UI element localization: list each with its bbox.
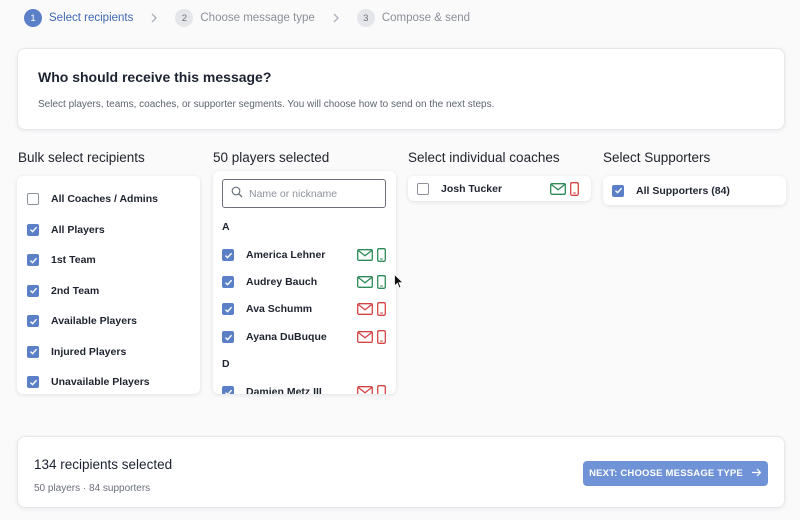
checkbox[interactable] [222,276,234,288]
supporter-label: All Supporters (84) [636,184,730,197]
bulk-item-2nd-team[interactable]: 2nd Team [17,276,200,307]
supporters-title: Select Supporters [603,150,711,165]
next-button[interactable]: NEXT: CHOOSE MESSAGE TYPE [583,461,768,486]
checkbox[interactable] [222,386,234,394]
checkbox[interactable] [27,223,39,236]
phone-icon [373,302,386,319]
bulk-select-panel: All Coaches / Admins All Players 1st Tea… [17,176,200,394]
players-panel[interactable]: Name or nickname A America Lehner Audrey… [213,171,396,394]
coach-name: Josh Tucker [441,182,503,195]
player-name: Damien Metz III [246,386,322,394]
bulk-item-available-players[interactable]: Available Players [17,306,200,337]
envelope-icon [353,249,373,264]
coaches-title: Select individual coaches [408,150,560,165]
step-label: Compose & send [381,12,471,24]
step-label: Select recipients [49,12,134,24]
player-row[interactable]: Damien Metz III [222,384,388,394]
bulk-item-label: Unavailable Players [51,376,150,389]
player-name: Ava Schumm [246,303,313,315]
bulk-item-all-coaches[interactable]: All Coaches / Admins [17,184,200,215]
player-row[interactable]: Audrey Bauch [222,274,388,290]
bulk-item-label: 1st Team [51,254,96,267]
selection-summary: 134 recipients selected 50 players · 84 … [17,436,785,508]
search-placeholder: Name or nickname [249,187,338,200]
bulk-item-label: 2nd Team [51,284,100,297]
bulk-item-label: Injured Players [51,345,127,358]
envelope-icon [353,331,373,346]
phone-icon [566,182,579,201]
player-name: Audrey Bauch [246,276,318,288]
envelope-icon [353,303,373,318]
envelope-icon [353,276,373,291]
chevron-right-icon [332,13,340,23]
supporter-row[interactable]: All Supporters (84) [612,176,786,205]
player-name: America Lehner [246,249,326,261]
checkbox[interactable] [612,184,624,197]
player-row[interactable]: Ayana DuBuque [222,329,388,345]
bulk-item-1st-team[interactable]: 1st Team [17,245,200,276]
phone-icon [373,385,386,394]
checkbox[interactable] [27,284,39,297]
step-compose-send[interactable]: 3 Compose & send [356,9,471,27]
player-row[interactable]: America Lehner [222,247,388,263]
coaches-panel: Josh Tucker [408,176,591,201]
bulk-title: Bulk select recipients [18,150,145,165]
checkbox[interactable] [222,303,234,315]
phone-icon [373,275,386,292]
player-name: Ayana DuBuque [246,331,327,343]
group-letter: D [222,358,230,370]
bulk-item-label: All Players [51,223,105,236]
supporters-panel: All Supporters (84) [603,176,786,205]
bulk-item-label: All Coaches / Admins [51,193,158,206]
checkbox[interactable] [27,254,39,267]
checkbox[interactable] [417,182,429,195]
step-choose-message-type[interactable]: 2 Choose message type [175,9,315,27]
page-title: Who should receive this message? [38,69,272,85]
stepper: 1 Select recipients 2 Choose message typ… [24,8,470,28]
step-label: Choose message type [200,12,315,24]
bulk-item-label: Available Players [51,315,137,328]
phone-icon [373,248,386,265]
checkbox[interactable] [27,345,39,358]
search-input[interactable]: Name or nickname [222,179,386,208]
group-letter: A [222,221,230,233]
checkbox[interactable] [27,376,39,389]
bulk-item-unavailable-players[interactable]: Unavailable Players [17,367,200,398]
arrow-right-icon [743,467,762,481]
bulk-item-all-players[interactable]: All Players [17,215,200,246]
step-number: 2 [175,9,194,27]
bulk-item-injured-players[interactable]: Injured Players [17,337,200,368]
page-subtitle: Select players, teams, coaches, or suppo… [38,99,495,110]
envelope-icon [353,386,373,394]
players-title: 50 players selected [213,150,330,165]
phone-icon [373,330,386,347]
step-select-recipients[interactable]: 1 Select recipients [24,9,133,27]
checkbox[interactable] [27,193,39,206]
checkbox[interactable] [222,331,234,343]
player-row[interactable]: Ava Schumm [222,301,388,317]
next-button-label: NEXT: CHOOSE MESSAGE TYPE [589,468,743,479]
step-number: 1 [24,9,42,27]
checkbox[interactable] [222,249,234,261]
mouse-cursor-icon [394,274,404,289]
checkbox[interactable] [27,315,39,328]
search-icon [231,186,249,201]
envelope-icon [546,182,566,201]
chevron-right-icon [150,13,158,23]
step-number: 3 [356,9,375,27]
header-card: Who should receive this message? Select … [17,48,785,130]
